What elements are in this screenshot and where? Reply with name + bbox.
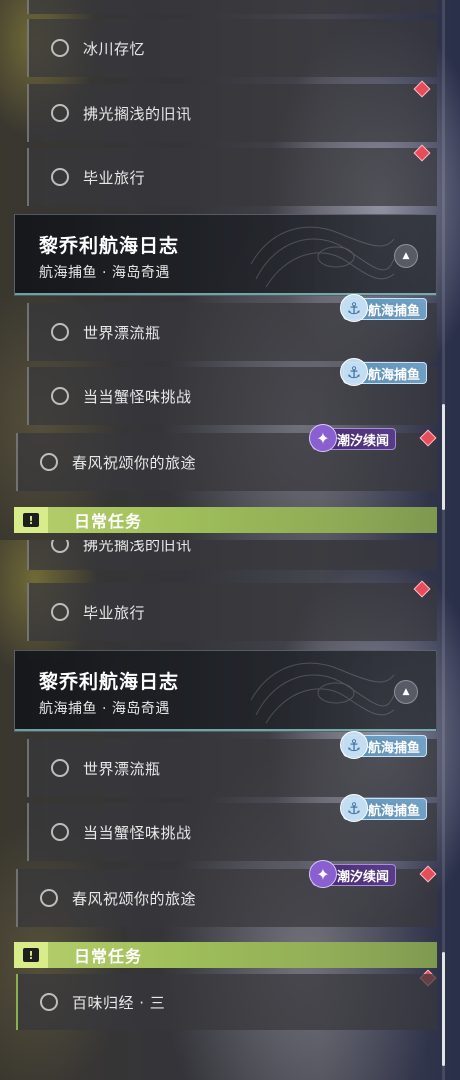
tag-label: 航海捕鱼 [368, 303, 421, 319]
quest-tag-tide: ✦ 潮汐续闻 [309, 860, 397, 888]
sparkle-icon: ✦ [309, 424, 337, 452]
daily-quests-header[interactable]: ! 日常任务 [14, 507, 437, 533]
alert-icon: ! [14, 507, 48, 533]
section-header[interactable]: 黎乔利航海日志 航海捕鱼 · 海岛奇遇 ▲ [14, 214, 437, 296]
alert-glyph: ! [23, 948, 39, 962]
quest-label: 当当蟹怪味挑战 [83, 823, 192, 842]
section-title: 黎乔利航海日志 [39, 671, 180, 693]
quest-label: 毕业旅行 [83, 603, 146, 622]
quest-item[interactable]: 拂光搁浅的旧讯 [27, 84, 437, 142]
quest-item[interactable]: 毕业旅行 [27, 148, 437, 206]
quest-label: 百味归经 · 三 [72, 993, 166, 1012]
quest-status-circle-icon [51, 104, 69, 122]
quest-item[interactable]: 拂光搁浅的旧讯 [27, 540, 437, 570]
contour-map-decoration [250, 662, 395, 724]
section-title: 黎乔利航海日志 [39, 235, 180, 257]
anchor-icon: ⚓ [340, 731, 368, 759]
quest-status-circle-icon [51, 168, 69, 186]
quest-status-circle-icon [40, 453, 58, 471]
quest-status-circle-icon [51, 823, 69, 841]
quest-panel-top: 冰川存忆 拂光搁浅的旧讯 毕业旅行 黎乔利航海日志 航海捕鱼 · 海岛奇遇 ▲ … [0, 0, 460, 540]
quest-label: 春风祝颂你的旅途 [72, 889, 197, 908]
quest-label: 春风祝颂你的旅途 [72, 453, 197, 472]
daily-quests-header[interactable]: ! 日常任务 [14, 942, 437, 968]
quest-item[interactable]: 毕业旅行 [27, 583, 437, 641]
tag-label: 航海捕鱼 [368, 803, 421, 819]
quest-label: 当当蟹怪味挑战 [83, 387, 192, 406]
sparkle-icon: ✦ [309, 860, 337, 888]
quest-item-partial[interactable] [27, 0, 437, 14]
scrollbar-thumb[interactable] [442, 404, 445, 510]
quest-status-circle-icon [40, 993, 58, 1011]
quest-label: 毕业旅行 [83, 168, 146, 187]
quest-panel-bottom: 拂光搁浅的旧讯 毕业旅行 黎乔利航海日志 航海捕鱼 · 海岛奇遇 ▲ 世界漂流瓶… [0, 540, 460, 1080]
scrollbar-thumb[interactable] [442, 952, 445, 1066]
anchor-icon: ⚓ [340, 794, 368, 822]
tag-label: 航海捕鱼 [368, 367, 421, 383]
daily-quest-item[interactable]: 百味归经 · 三 [16, 974, 437, 1030]
quest-tag-fishing: ⚓ 航海捕鱼 [340, 358, 428, 386]
section-header[interactable]: 黎乔利航海日志 航海捕鱼 · 海岛奇遇 ▲ [14, 650, 437, 732]
anchor-icon: ⚓ [340, 358, 368, 386]
quest-label: 拂光搁浅的旧讯 [83, 540, 192, 554]
chevron-up-icon[interactable]: ▲ [394, 680, 418, 704]
quest-label: 世界漂流瓶 [83, 759, 161, 778]
quest-tag-fishing: ⚓ 航海捕鱼 [340, 794, 428, 822]
alert-icon: ! [14, 942, 48, 968]
quest-status-circle-icon [51, 759, 69, 777]
contour-map-decoration [250, 226, 395, 288]
quest-status-circle-icon [51, 603, 69, 621]
quest-tag-fishing: ⚓ 航海捕鱼 [340, 294, 428, 322]
quest-status-circle-icon [51, 39, 69, 57]
quest-tag-fishing: ⚓ 航海捕鱼 [340, 731, 428, 759]
quest-label: 拂光搁浅的旧讯 [83, 104, 192, 123]
anchor-icon: ⚓ [340, 294, 368, 322]
tag-label: 潮汐续闻 [337, 869, 390, 885]
quest-status-circle-icon [51, 387, 69, 405]
quest-status-circle-icon [40, 889, 58, 907]
quest-status-circle-icon [51, 540, 69, 553]
tag-label: 航海捕鱼 [368, 740, 421, 756]
quest-label: 冰川存忆 [83, 39, 146, 58]
chevron-up-icon[interactable]: ▲ [394, 244, 418, 268]
quest-tag-tide: ✦ 潮汐续闻 [309, 424, 397, 452]
section-subtitle: 航海捕鱼 · 海岛奇遇 [39, 265, 170, 281]
quest-item[interactable]: 冰川存忆 [27, 19, 437, 77]
quest-label: 世界漂流瓶 [83, 323, 161, 342]
quest-status-circle-icon [51, 323, 69, 341]
daily-header-label: 日常任务 [74, 512, 143, 531]
tag-label: 潮汐续闻 [337, 433, 390, 449]
section-subtitle: 航海捕鱼 · 海岛奇遇 [39, 701, 170, 717]
daily-header-label: 日常任务 [74, 947, 143, 966]
